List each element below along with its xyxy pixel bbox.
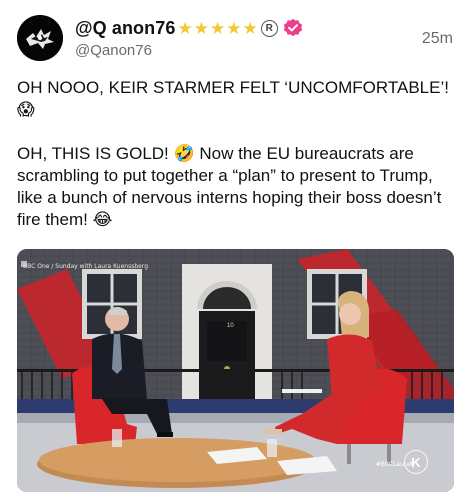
post-paragraph-2: OH, THIS IS GOLD! 🤣 Now the EU bureaucra…: [17, 144, 442, 229]
star-icon: ★: [242, 18, 258, 38]
display-name[interactable]: @Q anon76: [75, 18, 175, 39]
screaming-face-emoji-icon: 😱: [17, 100, 35, 119]
video-caption: BBC One / Sunday with Laura Kuenssberg: [23, 263, 148, 270]
post-header: @Q anon76 ★ ★ ★ ★ ★ R @Qanon76 25m: [17, 13, 457, 65]
user-handle[interactable]: @Qanon76: [75, 42, 152, 59]
avatar-image: [17, 15, 63, 61]
post-body: OH NOOO, KEIR STARMER FELT ‘UNCOMFORTABL…: [17, 77, 453, 231]
channel-logo-icon: K: [404, 450, 428, 474]
post-paragraph-1-text: OH NOOO, KEIR STARMER FELT ‘UNCOMFORTABL…: [17, 78, 449, 97]
verified-badge-icon: [283, 18, 302, 37]
tv-studio-scene: [17, 249, 454, 492]
star-icon: ★: [209, 18, 226, 38]
registered-mark-icon: R: [260, 19, 278, 37]
star-badges: ★ ★ ★ ★ ★: [177, 20, 258, 37]
star-icon: ★: [226, 18, 242, 38]
post-paragraph-1: OH NOOO, KEIR STARMER FELT ‘UNCOMFORTABL…: [17, 77, 453, 121]
star-icon: ★: [193, 18, 209, 38]
avatar[interactable]: [17, 15, 63, 61]
door-number: 10: [227, 323, 234, 329]
post-timestamp: 25m: [421, 30, 453, 47]
name-row: @Q anon76 ★ ★ ★ ★ ★ R: [75, 16, 303, 40]
post-media-image[interactable]: BBC One / Sunday with Laura Kuenssberg 1…: [17, 249, 454, 492]
star-icon: ★: [177, 18, 193, 38]
